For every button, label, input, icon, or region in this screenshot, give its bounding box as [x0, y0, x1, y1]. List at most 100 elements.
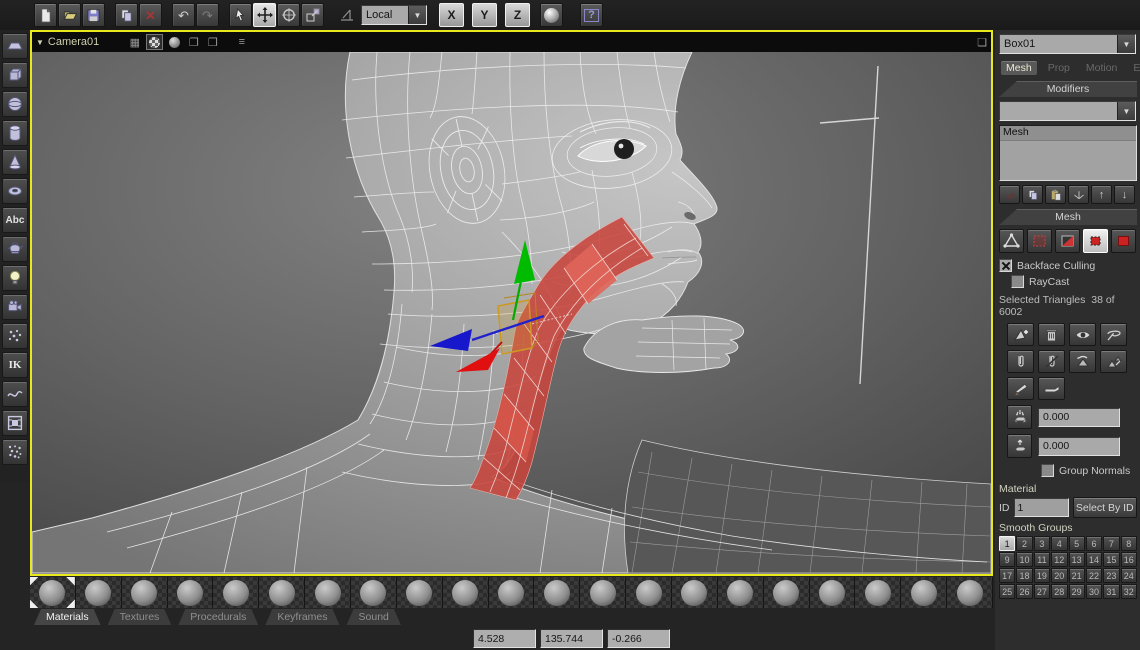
- tab-textures[interactable]: Textures: [108, 609, 172, 625]
- material-slot[interactable]: [122, 577, 168, 608]
- save-file-button[interactable]: [82, 3, 105, 27]
- dropdown-arrow-icon[interactable]: ▼: [1117, 35, 1135, 53]
- scatter-button[interactable]: [2, 439, 28, 465]
- create-plane-button[interactable]: [2, 33, 28, 59]
- cut-button[interactable]: [1007, 377, 1034, 400]
- smooth-group-8[interactable]: 8: [1121, 536, 1137, 551]
- tab-prop[interactable]: Prop: [1043, 61, 1075, 75]
- lasso-select-button[interactable]: [1100, 323, 1127, 346]
- tab-materials[interactable]: Materials: [34, 609, 101, 625]
- detach-button[interactable]: [1038, 350, 1065, 373]
- material-slot[interactable]: [764, 577, 810, 608]
- create-face-button[interactable]: [1007, 323, 1034, 346]
- create-teapot-button[interactable]: [2, 236, 28, 262]
- raycast-checkbox[interactable]: [1011, 275, 1024, 288]
- smooth-group-20[interactable]: 20: [1051, 568, 1067, 583]
- axis-button-z[interactable]: Z: [505, 3, 530, 27]
- tab-keyframes[interactable]: Keyframes: [265, 609, 339, 625]
- material-slot[interactable]: [168, 577, 214, 608]
- viewport-camera-selector[interactable]: ▼ Camera01: [36, 36, 99, 48]
- axis-button-y[interactable]: Y: [472, 3, 497, 27]
- material-slot[interactable]: [810, 577, 856, 608]
- smooth-group-5[interactable]: 5: [1069, 536, 1085, 551]
- viewport[interactable]: ▼ Camera01 ▦ ❐ ❒ ≡ ❏: [30, 30, 993, 576]
- smooth-group-24[interactable]: 24: [1121, 568, 1137, 583]
- create-torus-button[interactable]: [2, 178, 28, 204]
- viewport-menu-icon[interactable]: ≡: [234, 35, 249, 49]
- smooth-group-7[interactable]: 7: [1103, 536, 1119, 551]
- smooth-group-19[interactable]: 19: [1034, 568, 1050, 583]
- mesh-section-header[interactable]: Mesh: [999, 209, 1137, 225]
- create-light-button[interactable]: [2, 265, 28, 291]
- smooth-group-13[interactable]: 13: [1069, 552, 1085, 567]
- stack-move-down-button[interactable]: ↓: [1114, 185, 1135, 204]
- smooth-group-16[interactable]: 16: [1121, 552, 1137, 567]
- tab-mesh[interactable]: Mesh: [1001, 61, 1037, 75]
- smooth-group-17[interactable]: 17: [999, 568, 1015, 583]
- create-cone-button[interactable]: [2, 149, 28, 175]
- smooth-group-26[interactable]: 26: [1016, 584, 1032, 599]
- smooth-group-18[interactable]: 18: [1016, 568, 1032, 583]
- hide-face-button[interactable]: [1069, 323, 1096, 346]
- smooth-group-4[interactable]: 4: [1051, 536, 1067, 551]
- render-button[interactable]: [540, 3, 563, 27]
- smooth-group-27[interactable]: 27: [1034, 584, 1050, 599]
- tab-motion[interactable]: Motion: [1081, 61, 1123, 75]
- material-slot[interactable]: [489, 577, 535, 608]
- shade-box-icon[interactable]: ❒: [205, 35, 220, 49]
- tab-ext[interactable]: Ext: [1128, 61, 1140, 75]
- create-particles-button[interactable]: [2, 323, 28, 349]
- smooth-group-3[interactable]: 3: [1034, 536, 1050, 551]
- smooth-group-31[interactable]: 31: [1103, 584, 1119, 599]
- viewport-canvas[interactable]: [32, 52, 991, 574]
- coordinate-y-field[interactable]: [540, 629, 603, 648]
- backface-culling-checkbox[interactable]: [999, 259, 1012, 272]
- coordinate-x-field[interactable]: [473, 629, 536, 648]
- group-normals-row[interactable]: Group Normals: [1041, 464, 1137, 477]
- smooth-group-12[interactable]: 12: [1051, 552, 1067, 567]
- ik-button[interactable]: IK: [2, 352, 28, 378]
- material-id-input[interactable]: [1014, 498, 1069, 517]
- vertex-mode-button[interactable]: [999, 229, 1024, 253]
- scale-tool-button[interactable]: [301, 3, 324, 27]
- material-slot[interactable]: [718, 577, 764, 608]
- bitmap-button[interactable]: [2, 410, 28, 436]
- delete-button[interactable]: ✕: [139, 3, 162, 27]
- stack-disabled-button[interactable]: [999, 185, 1020, 204]
- material-slot[interactable]: [305, 577, 351, 608]
- material-slot[interactable]: [213, 577, 259, 608]
- flip-normals-button[interactable]: [1069, 350, 1096, 373]
- tab-procedurals[interactable]: Procedurals: [178, 609, 258, 625]
- viewport-titlebar[interactable]: ▼ Camera01 ▦ ❐ ❒ ≡ ❏: [32, 32, 991, 52]
- new-file-button[interactable]: [34, 3, 57, 27]
- create-box-button[interactable]: [2, 62, 28, 88]
- bevel-button[interactable]: [1007, 434, 1032, 458]
- smooth-group-10[interactable]: 10: [1016, 552, 1032, 567]
- edge-mode-button[interactable]: [1027, 229, 1052, 253]
- shade-smooth-icon[interactable]: [167, 35, 182, 49]
- create-cylinder-button[interactable]: [2, 120, 28, 146]
- smooth-group-11[interactable]: 11: [1034, 552, 1050, 567]
- material-slot[interactable]: [30, 577, 76, 608]
- delete-face-button[interactable]: [1038, 323, 1065, 346]
- smooth-group-29[interactable]: 29: [1069, 584, 1085, 599]
- material-slot[interactable]: [901, 577, 947, 608]
- slice-button[interactable]: [1038, 377, 1065, 400]
- select-by-id-button[interactable]: Select By ID: [1073, 497, 1138, 518]
- material-slot[interactable]: [397, 577, 443, 608]
- modifier-stack-list[interactable]: Mesh: [999, 125, 1137, 181]
- open-file-button[interactable]: [58, 3, 81, 27]
- dropdown-arrow-icon[interactable]: ▼: [1117, 102, 1135, 120]
- material-slot[interactable]: [76, 577, 122, 608]
- smooth-group-14[interactable]: 14: [1086, 552, 1102, 567]
- undo-button[interactable]: ↶: [172, 3, 195, 27]
- stack-paste-button[interactable]: [1045, 185, 1066, 204]
- create-text-button[interactable]: Abc: [2, 207, 28, 233]
- copy-button[interactable]: [115, 3, 138, 27]
- move-tool-button[interactable]: [253, 3, 276, 27]
- material-slot[interactable]: [259, 577, 305, 608]
- smooth-group-15[interactable]: 15: [1103, 552, 1119, 567]
- stack-copy-button[interactable]: [1022, 185, 1043, 204]
- face-mode-button[interactable]: [1055, 229, 1080, 253]
- object-selector-dropdown[interactable]: Box01 ▼: [999, 34, 1136, 54]
